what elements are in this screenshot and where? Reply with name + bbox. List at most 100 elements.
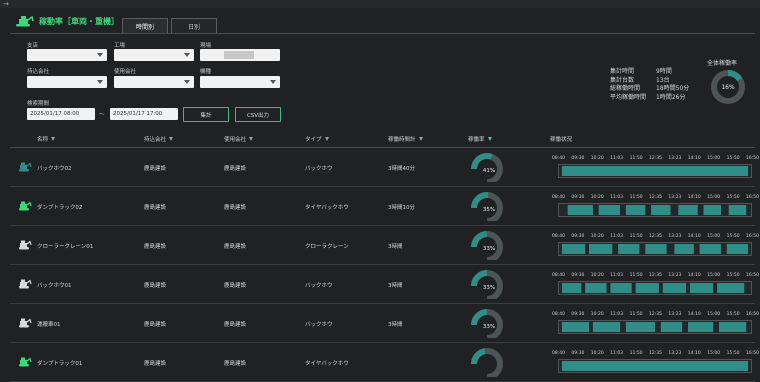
machine-icon bbox=[19, 357, 32, 367]
time-tick: 10:20 bbox=[590, 273, 604, 278]
header-status: 稼働状況 bbox=[550, 137, 573, 143]
user-cell: 鹿島建設 bbox=[224, 166, 247, 172]
sort-icon bbox=[418, 137, 423, 141]
time-tick: 09:30 bbox=[571, 312, 585, 317]
average-label: 平均稼働時間 bbox=[610, 93, 647, 101]
csv-export-button[interactable]: CSV出力 bbox=[235, 107, 281, 122]
rate-value: 41% bbox=[483, 168, 495, 174]
time-tick: 08:40 bbox=[552, 312, 565, 317]
operating-segment bbox=[688, 322, 714, 332]
time-tick: 16:50 bbox=[746, 156, 759, 161]
time-tick: 15:50 bbox=[726, 312, 740, 317]
time-tick: 11:03 bbox=[610, 273, 624, 278]
time-tick: 11:50 bbox=[629, 351, 643, 356]
operating-segment bbox=[689, 283, 714, 293]
rate-gauge: 41% bbox=[471, 153, 503, 182]
operating-label: 総稼働時間 bbox=[610, 85, 641, 92]
status-timeline bbox=[558, 242, 752, 256]
status-timeline bbox=[558, 281, 752, 295]
sort-icon bbox=[169, 137, 174, 141]
site-select[interactable] bbox=[114, 49, 194, 61]
time-tick: 11:50 bbox=[629, 273, 643, 278]
header-name[interactable]: 名称 bbox=[37, 135, 56, 143]
operating-segment bbox=[625, 322, 655, 332]
branch-label: 支店 bbox=[27, 43, 39, 49]
machine-select[interactable] bbox=[200, 76, 280, 88]
tab-daily[interactable]: 日別 bbox=[171, 18, 217, 33]
time-tick: 13:23 bbox=[668, 156, 682, 161]
app-brand: 稼動率［車両・重機］ bbox=[14, 15, 119, 27]
status-timeline bbox=[558, 359, 752, 373]
table-row[interactable]: バックホウ01 鹿島建設 鹿島建設 バックホウ 3時間 33% 08:40 09:30 10:2… bbox=[10, 265, 759, 304]
time-cell: 3時間40分 bbox=[388, 166, 415, 172]
name-cell: 運搬車01 bbox=[37, 322, 61, 328]
time-tick: 15:00 bbox=[707, 195, 721, 200]
time-tick: 15:00 bbox=[707, 273, 721, 278]
table-row[interactable]: バックホウ02 鹿島建設 鹿島建設 バックホウ 3時間40分 41% 08:40 09:30 1… bbox=[10, 148, 759, 187]
owner-cell: 鹿島建設 bbox=[144, 322, 167, 328]
page-title: 稼動率［車両・重機］ bbox=[39, 16, 119, 26]
operating-segment bbox=[561, 283, 582, 293]
header-user[interactable]: 使用会社 bbox=[224, 135, 254, 143]
operating-segment bbox=[561, 322, 590, 332]
time-tick: 10:20 bbox=[590, 234, 604, 239]
tab-hourly[interactable]: 時間別 bbox=[122, 18, 168, 33]
owner-cell: 鹿島建設 bbox=[144, 361, 167, 367]
time-tick: 13:23 bbox=[668, 351, 682, 356]
header-time[interactable]: 稼働時間計 bbox=[388, 135, 423, 143]
status-timeline bbox=[558, 203, 752, 217]
time-tick: 08:40 bbox=[552, 273, 565, 278]
time-tick: 10:20 bbox=[590, 156, 604, 161]
machine-label: 機種 bbox=[200, 69, 212, 75]
operating-segment bbox=[645, 244, 667, 254]
time-tick: 11:50 bbox=[629, 312, 643, 317]
operating-segment bbox=[726, 244, 749, 254]
aggregate-button[interactable]: 集計 bbox=[183, 107, 229, 122]
header-type[interactable]: タイプ bbox=[305, 135, 329, 143]
time-tick: 11:50 bbox=[629, 234, 643, 239]
user-cell: 鹿島建設 bbox=[224, 244, 247, 250]
owner-cell: 鹿島建設 bbox=[144, 205, 167, 211]
user-select[interactable] bbox=[114, 76, 194, 88]
site-label: 工場 bbox=[114, 43, 126, 49]
start-datetime-input[interactable]: 2025/01/17 08:00 bbox=[27, 108, 95, 120]
operating-segment bbox=[561, 166, 749, 176]
header-rate[interactable]: 稼働率 bbox=[468, 135, 492, 143]
time-tick: 09:30 bbox=[571, 273, 585, 278]
operating-segment bbox=[635, 283, 659, 293]
time-tick: 10:20 bbox=[590, 312, 604, 317]
time-cell: 3時間 bbox=[388, 283, 403, 289]
time-tick: 10:20 bbox=[590, 351, 604, 356]
time-tick: 12:35 bbox=[649, 351, 662, 356]
end-datetime-input[interactable]: 2025/01/17 17:00 bbox=[110, 108, 178, 120]
time-tick: 16:50 bbox=[746, 273, 759, 278]
time-tick: 15:00 bbox=[707, 351, 721, 356]
rate-value: 35% bbox=[483, 207, 495, 213]
time-tick: 08:40 bbox=[552, 195, 565, 200]
time-tick: 11:03 bbox=[610, 156, 624, 161]
time-tick: 11:03 bbox=[610, 195, 624, 200]
redacted-value bbox=[224, 51, 254, 59]
user-cell: 鹿島建設 bbox=[224, 361, 247, 367]
header-owner[interactable]: 持込会社 bbox=[144, 135, 174, 143]
operating-segment bbox=[728, 205, 747, 215]
rate-value: 33% bbox=[483, 324, 495, 330]
divider bbox=[10, 33, 755, 34]
operating-segment bbox=[660, 322, 683, 332]
time-tick: 08:40 bbox=[552, 156, 565, 161]
table-row[interactable]: クローラークレーン01 鹿島建設 鹿島建設 クローラクレーン 3時間 33% 08:40 09… bbox=[10, 226, 759, 265]
chevron-down-icon bbox=[97, 53, 103, 57]
time-tick: 16:50 bbox=[746, 351, 759, 356]
operating-segment bbox=[625, 205, 646, 215]
time-cell: 3時間 bbox=[388, 322, 403, 328]
branch-select[interactable] bbox=[27, 49, 107, 61]
count-label: 集計台数 bbox=[610, 76, 635, 84]
time-tick: 14:10 bbox=[687, 312, 701, 317]
rate-gauge: 33% bbox=[471, 309, 503, 338]
owner-select[interactable] bbox=[27, 76, 107, 88]
rate-gauge: 33% bbox=[471, 270, 503, 299]
sort-icon bbox=[487, 137, 492, 141]
table-row[interactable]: ダンプトラック02 鹿島建設 鹿島建設 タイヤバックホウ 3時間10分 35% 08:40 0… bbox=[10, 187, 759, 226]
table-row[interactable]: 運搬車01 鹿島建設 鹿島建設 バックホウ 3時間 33% 08:40 09:30 10:20 1… bbox=[10, 304, 759, 343]
field-input[interactable] bbox=[200, 49, 280, 61]
